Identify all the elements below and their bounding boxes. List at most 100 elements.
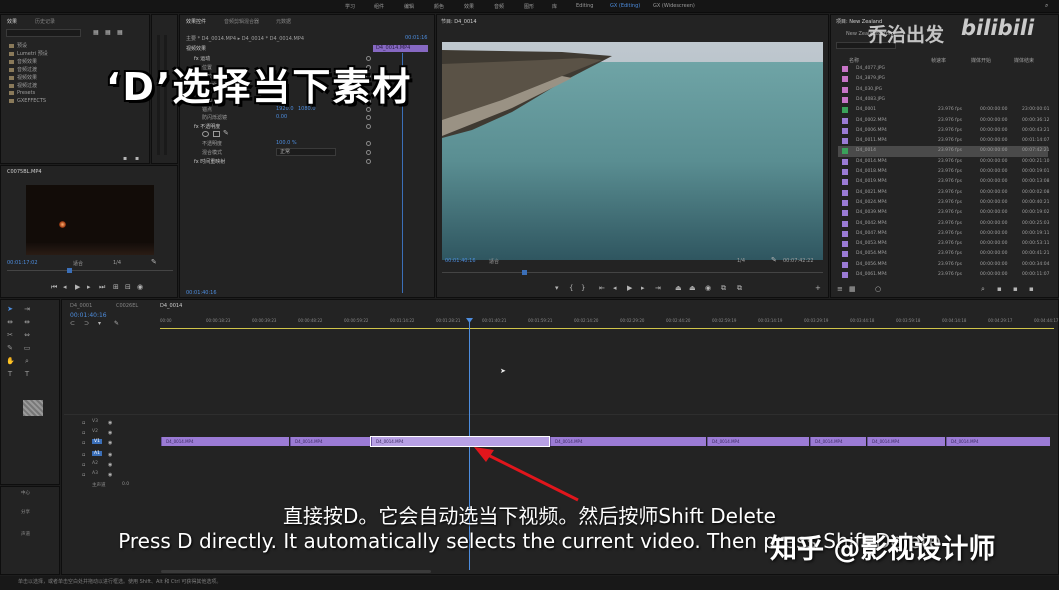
program-timecode[interactable]: 00:01:40:16 — [445, 258, 476, 264]
track-label[interactable]: V2 — [92, 429, 98, 434]
source-playhead[interactable] — [67, 268, 72, 273]
reset-opacity-value-icon[interactable] — [366, 141, 371, 146]
reset-remap-icon[interactable] — [366, 159, 371, 164]
track-label[interactable]: V3 — [92, 419, 98, 424]
zoom-slider-icon[interactable]: ○ — [875, 285, 881, 293]
project-row[interactable]: D4_0006.MP4 23.976 fps 00:00:00:00 00:00:43… — [838, 126, 1049, 136]
track-label[interactable]: A1 — [92, 451, 102, 456]
source-play-icon[interactable]: ▶ — [75, 283, 80, 291]
workspace-audio[interactable]: 音频 — [494, 3, 504, 10]
tree-gxeffects[interactable]: GXEFFECTS — [9, 98, 46, 104]
workspace-effects[interactable]: 效果 — [464, 3, 474, 10]
source-step-fwd-icon[interactable]: ⏭ — [99, 283, 105, 291]
track-toggle-icon[interactable]: ◉ — [108, 439, 112, 447]
tab-metadata[interactable]: 元数据 — [276, 18, 291, 25]
timeline-clip[interactable]: D4_0014.MP4 — [946, 437, 1050, 446]
tree-video-effects[interactable]: 视频效果 — [9, 74, 37, 81]
source-step-back-icon[interactable]: ⏮ — [51, 283, 57, 291]
mark-in-bracket-icon[interactable]: { — [569, 284, 573, 292]
compare-icon[interactable]: ⧉ — [721, 284, 726, 292]
go-to-in-icon[interactable]: ⇤ — [599, 284, 605, 292]
tab-effects[interactable]: 效果 — [7, 18, 17, 25]
track-toggle-icon[interactable]: ◉ — [108, 471, 112, 479]
source-fit-select[interactable]: 适合 — [73, 260, 83, 267]
step-back-icon[interactable]: ◂ — [613, 284, 617, 292]
project-row[interactable]: D4_3879.JPG — [838, 74, 1048, 84]
col-media-start[interactable]: 媒体开始 — [971, 57, 991, 64]
project-row[interactable]: D4_0056.MP4 23.976 fps 00:00:00:00 00:00:34… — [838, 260, 1049, 270]
effect-controls-header[interactable]: 主要 * D4_0014.MP4 ▸ D4_0014 * D4_0014.MP4 — [186, 35, 304, 42]
snap-icon[interactable]: ⊂ — [70, 320, 75, 328]
track-label[interactable]: A3 — [92, 471, 98, 476]
source-scrub-bar[interactable] — [7, 270, 173, 271]
tree-audio-effects[interactable]: 音频效果 — [9, 58, 37, 65]
blend-mode-select[interactable]: 正常 — [276, 148, 336, 156]
reset-flicker-icon[interactable] — [366, 115, 371, 120]
source-export-frame-icon[interactable]: ◉ — [137, 283, 143, 291]
tab-program-monitor[interactable]: 节目: D4_0014 — [441, 18, 477, 25]
workspace-editing[interactable]: Editing — [576, 3, 593, 9]
col-media-end[interactable]: 媒体结束 — [1014, 57, 1034, 64]
project-row[interactable]: D4_0047.MP4 23.976 fps 00:00:00:00 00:00:19… — [838, 229, 1049, 239]
source-overwrite-icon[interactable]: ⊟ — [125, 283, 131, 291]
tab-audio-clip-mixer[interactable]: 音频剪辑混合器 — [224, 18, 259, 25]
find-icon[interactable]: ⌕ — [981, 285, 985, 293]
list-view-icon[interactable]: ≡ — [837, 285, 843, 293]
program-wrench-icon[interactable]: ✎ — [771, 256, 777, 264]
tree-presets-custom[interactable]: Presets — [9, 90, 35, 96]
tree-lumetri-presets[interactable]: Lumetri 预设 — [9, 50, 48, 57]
rolling-edit-icon[interactable]: ⇹ — [23, 318, 31, 326]
project-row[interactable]: D4_0018.MP4 23.976 fps 00:00:00:00 00:00:19… — [838, 167, 1049, 177]
track-lock-icon[interactable]: ▫ — [82, 419, 85, 427]
timeline-clip[interactable]: D4_0014.MP4 — [707, 437, 809, 446]
play-icon[interactable]: ▶ — [627, 284, 632, 292]
ellipse-mask-icon[interactable] — [202, 131, 209, 137]
razor-tool-icon[interactable]: ✂ — [6, 331, 14, 339]
program-scrub-bar[interactable] — [442, 272, 823, 273]
timeline-clip[interactable]: D4_0014.MP4 — [867, 437, 945, 446]
project-row[interactable]: D4_0014.MP4 23.976 fps 00:00:00:00 00:00:21… — [838, 157, 1049, 167]
vertical-type-icon[interactable]: T — [23, 370, 31, 378]
project-row[interactable]: D4_0042.MP4 23.976 fps 00:00:00:00 00:00:25… — [838, 219, 1049, 229]
project-row[interactable]: D4_0053.MP4 23.976 fps 00:00:00:00 00:00:53… — [838, 239, 1049, 249]
linked-selection-icon[interactable]: ⊃ — [84, 320, 89, 328]
timeline-timecode[interactable]: 00:01:40:16 — [70, 312, 107, 319]
fx-opacity[interactable]: fx 不透明度 — [194, 123, 220, 130]
project-row[interactable]: D4_0002.MP4 23.976 fps 00:00:00:00 00:00:36… — [838, 116, 1049, 126]
trash-icon[interactable]: ▪ — [135, 155, 139, 163]
hand-tool-icon[interactable]: ✋ — [6, 357, 15, 365]
track-label[interactable]: A2 — [92, 461, 98, 466]
timeline-clip[interactable]: D4_0014.MP4 — [290, 437, 370, 446]
selection-tool-icon[interactable]: ➤ — [6, 305, 14, 313]
source-back-frame-icon[interactable]: ◂ — [63, 283, 67, 291]
work-area-bar[interactable] — [160, 328, 1054, 329]
project-row[interactable]: D4_030.JPG — [838, 85, 1048, 95]
ripple-edit-icon[interactable]: ⇹ — [6, 318, 14, 326]
tab-seq-c0026el[interactable]: C0026EL — [116, 303, 138, 309]
tab-source-monitor[interactable]: C0075BL.MP4 — [7, 169, 42, 175]
opacity-value[interactable]: 100.0 % — [276, 140, 297, 146]
reset-blend-icon[interactable] — [366, 150, 371, 155]
step-forward-icon[interactable]: ▸ — [641, 284, 645, 292]
track-lock-icon[interactable]: ▫ — [82, 451, 85, 459]
workspace-libraries[interactable]: 库 — [552, 3, 557, 10]
zoom-tool-icon[interactable]: ⌕ — [23, 357, 31, 365]
project-row[interactable]: D4_0001 23.976 fps 00:00:00:00 23:00:00:01 — [838, 105, 1049, 115]
workspace-graphics[interactable]: 图形 — [524, 3, 534, 10]
32bit-effects-icon[interactable]: ▦ — [105, 29, 111, 37]
track-lock-icon[interactable]: ▫ — [82, 461, 85, 469]
track-lock-icon[interactable]: ▫ — [82, 439, 85, 447]
workspace-color[interactable]: 颜色 — [434, 3, 444, 10]
project-row[interactable]: D4_0054.MP4 23.976 fps 00:00:00:00 00:00:41… — [838, 249, 1049, 259]
color-swatch[interactable] — [23, 400, 43, 416]
mark-out-bracket-icon[interactable]: } — [581, 284, 585, 292]
effects-search-input[interactable] — [6, 29, 81, 37]
yuv-effects-icon[interactable]: ▦ — [117, 29, 123, 37]
workspace-gx-editing[interactable]: GX (Editing) — [610, 3, 640, 9]
new-folder-icon[interactable]: ▪ — [123, 155, 127, 163]
extract-icon[interactable]: ⏏ — [689, 284, 696, 292]
accelerated-effects-icon[interactable]: ▦ — [93, 29, 99, 37]
pen-tool-icon[interactable]: ✎ — [6, 344, 14, 352]
program-fit-select[interactable]: 适合 — [489, 258, 499, 265]
project-row[interactable]: D4_4083.JPG — [838, 95, 1048, 105]
